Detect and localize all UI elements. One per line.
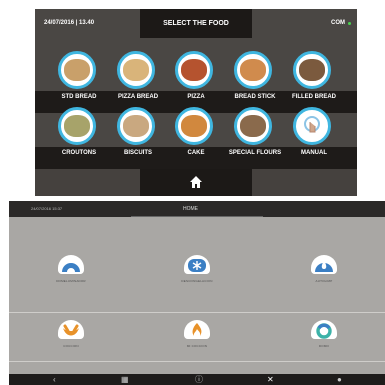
- food-label: MANUAL: [301, 150, 327, 156]
- status-dot-icon: [348, 22, 351, 25]
- home-icon: [190, 176, 202, 188]
- proof-icon: [58, 255, 84, 274]
- function-caption: COCCION: [63, 344, 79, 348]
- home-button[interactable]: [140, 169, 252, 196]
- user-icon[interactable]: ●: [337, 375, 342, 384]
- special-flours-icon: [234, 107, 272, 145]
- function-caption: DESCONGELACION: [181, 279, 213, 283]
- function-caption: DOMO: [318, 344, 330, 348]
- food-select-screen: 24/07/2016 | 13.40 SELECT THE FOOD COM S…: [35, 9, 357, 196]
- croutons-icon: [58, 107, 96, 145]
- water-drop-icon: [311, 255, 337, 274]
- tools-icon[interactable]: ✕: [267, 375, 274, 384]
- home-screen: 24/07/2016 15:37 HOME DOMELUMINADOR DESC…: [9, 201, 385, 385]
- screen-title: HOME: [183, 206, 198, 212]
- datetime: 24/07/2016 | 13.40: [44, 20, 95, 26]
- pizza-bread-icon: [117, 51, 155, 89]
- biscuits-icon: [117, 107, 155, 145]
- divider: [131, 216, 263, 217]
- bread-roll-icon: [58, 51, 96, 89]
- footer-bar: ‹ ▦ ⓘ ✕ ●: [9, 374, 385, 385]
- function-caption: MI COCCION: [186, 344, 208, 348]
- food-label: FILLED BREAD: [292, 94, 336, 100]
- snowflake-icon: [184, 255, 210, 274]
- bread-stick-icon: [234, 51, 272, 89]
- croissant-icon: [58, 320, 84, 339]
- divider: [9, 312, 385, 313]
- filled-bread-icon: [293, 51, 331, 89]
- manual-icon: [293, 107, 331, 145]
- connection-status: COM: [331, 20, 345, 26]
- back-icon[interactable]: ‹: [53, 375, 56, 384]
- header-bar: 24/07/2016 15:37 HOME: [9, 201, 385, 217]
- grid-icon[interactable]: ▦: [121, 375, 129, 384]
- function-caption: DOMELUMINADOR: [56, 279, 86, 283]
- function-caption: AUTOLIMP: [315, 279, 333, 283]
- ring-icon: [311, 320, 337, 339]
- info-icon[interactable]: ⓘ: [195, 375, 203, 384]
- cake-icon: [175, 107, 213, 145]
- screen-title: SELECT THE FOOD: [140, 9, 252, 38]
- flame-icon: [184, 320, 210, 339]
- divider: [9, 361, 385, 362]
- datetime: 24/07/2016 15:37: [31, 206, 63, 211]
- pizza-icon: [175, 51, 213, 89]
